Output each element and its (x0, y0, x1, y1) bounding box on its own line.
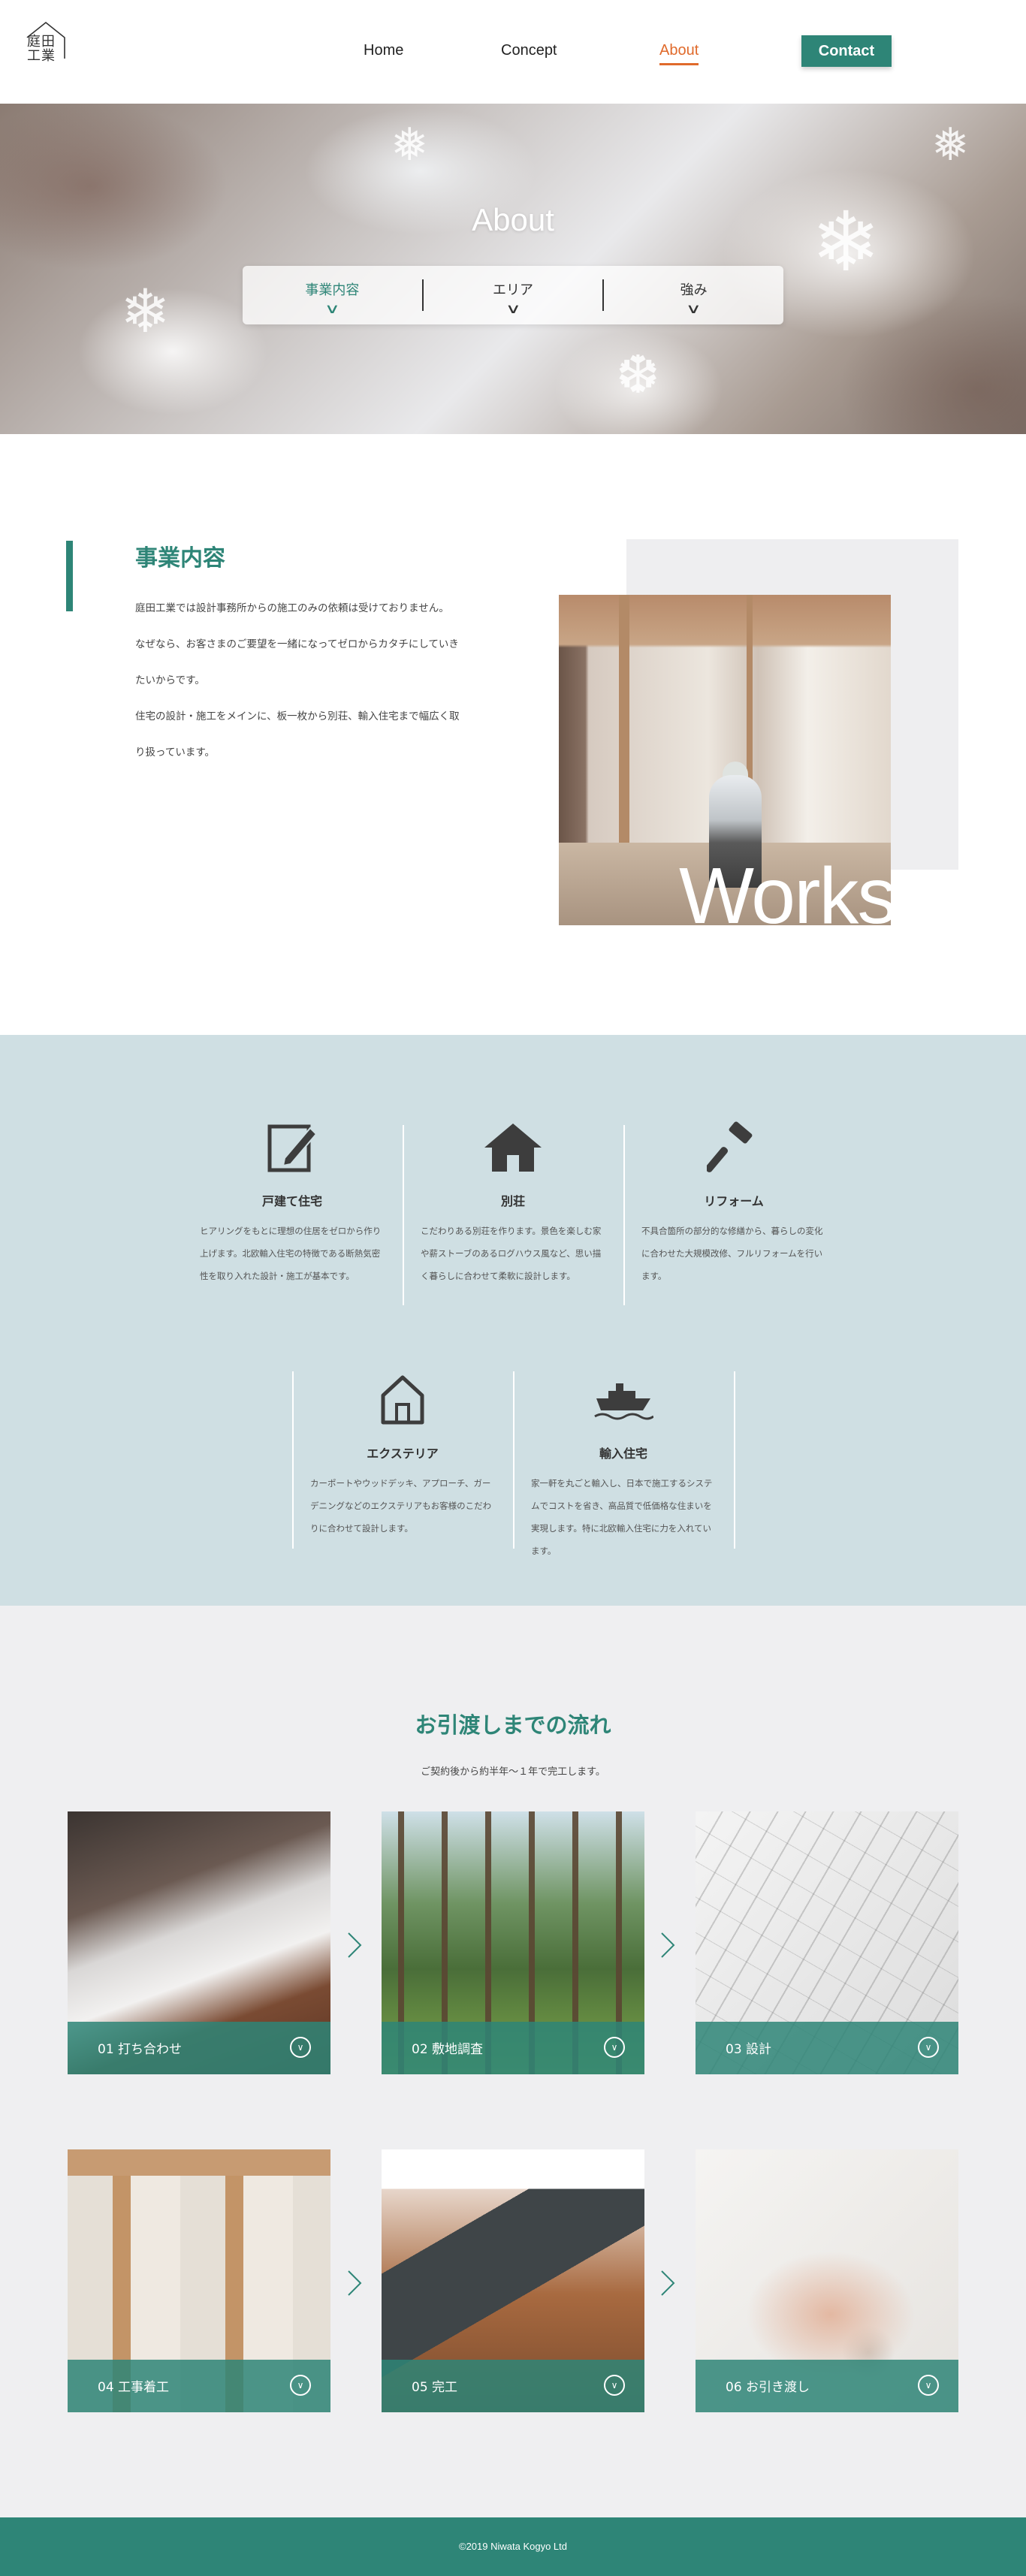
flow-step-card[interactable]: 06 お引き渡し ∨ (696, 2149, 958, 2412)
service-card: 別荘 こだわりある別荘を作ります。景色を楽しむ家や薪ストーブのあるログハウス風な… (403, 1118, 623, 1287)
hero-banner: ❄ ❄ ❅ ❆ ❅ About 事業内容 ∨ エリア ∨ 強み ∨ (0, 104, 1026, 434)
section-title-business: 事業内容 (135, 545, 225, 572)
logo[interactable]: 庭田工業 (23, 20, 69, 66)
page-title: About (472, 202, 554, 237)
service-text: 不具合箇所の部分的な修繕から、暮らしの変化に合わせた大規模改修、フルリフォームを… (641, 1226, 823, 1281)
flow-step-card[interactable]: 02 敷地調査 ∨ (382, 1811, 644, 2074)
card-caption-bar: 05 完工 ∨ (382, 2360, 644, 2412)
step-label: 04 工事着工 (98, 2380, 170, 2395)
card-caption-bar: 02 敷地調査 ∨ (382, 2022, 644, 2074)
section-title-flow: お引渡しまでの流れ (415, 1712, 611, 1738)
service-title: 戸建て住宅 (261, 1194, 322, 1208)
step-label: 05 完工 (412, 2380, 458, 2395)
service-title: 輸入住宅 (599, 1446, 647, 1461)
frost-decoration-icon: ❆ (616, 344, 660, 406)
card-caption-bar: 01 打ち合わせ ∨ (68, 2022, 330, 2074)
flow-step-card[interactable]: 03 設計 ∨ (696, 1811, 958, 2074)
flow-step-card[interactable]: 04 工事着工 ∨ (68, 2149, 330, 2412)
frost-decoration-icon: ❄ (120, 276, 171, 346)
chevron-down-icon[interactable]: ∨ (918, 2037, 939, 2058)
nav-home[interactable]: Home (364, 42, 403, 59)
flow-step-card[interactable]: 01 打ち合わせ ∨ (68, 1811, 330, 2074)
ship-icon (513, 1370, 734, 1430)
hammer-icon (623, 1118, 844, 1178)
chevron-down-icon[interactable]: ∨ (918, 2375, 939, 2396)
nav-about[interactable]: About (659, 42, 699, 65)
service-text: ヒアリングをもとに理想の住居をゼロから作り上げます。北欧輸入住宅の特徴である断熱… (200, 1226, 382, 1281)
flow-subtitle: ご契約後から約半年〜１年で完工します。 (421, 1766, 605, 1778)
subnav-area[interactable]: エリア ∨ (424, 266, 603, 324)
subnav-label: 強み (680, 282, 708, 298)
business-paragraph: 庭田工業では設計事務所からの施工のみの依頼は受けておりません。 (135, 602, 449, 614)
service-title: エクステリア (367, 1446, 439, 1461)
house-icon (403, 1118, 623, 1178)
card-caption-bar: 03 設計 ∨ (696, 2022, 958, 2074)
subnav-strengths[interactable]: 強み ∨ (604, 266, 783, 324)
chevron-down-icon[interactable]: ∨ (604, 2037, 625, 2058)
chevron-right-icon (348, 1932, 362, 1958)
about-subnav: 事業内容 ∨ エリア ∨ 強み ∨ (243, 266, 783, 324)
step-label: 06 お引き渡し (726, 2380, 810, 2395)
nav-concept[interactable]: Concept (501, 42, 557, 59)
service-card: リフォーム 不具合箇所の部分的な修繕から、暮らしの変化に合わせた大規模改修、フル… (623, 1118, 844, 1287)
service-text: 家一軒を丸ごと輸入し、日本で施工するシステムでコストを省き、高品質で低価格な住ま… (531, 1478, 713, 1556)
service-text: こだわりある別荘を作ります。景色を楽しむ家や薪ストーブのあるログハウス風など、思… (421, 1226, 602, 1281)
chevron-down-icon[interactable]: ∨ (290, 2037, 311, 2058)
chevron-down-icon: ∨ (686, 301, 702, 317)
chevron-down-icon[interactable]: ∨ (290, 2375, 311, 2396)
chevron-down-icon[interactable]: ∨ (604, 2375, 625, 2396)
business-paragraph: 住宅の設計・施工をメインに、板一枚から別荘、輸入住宅まで幅広く取り扱っています。 (135, 710, 460, 759)
business-paragraph: なぜなら、お客さまのご要望を一緒になってゼロからカタチにしていきたいからです。 (135, 638, 459, 686)
frost-decoration-icon: ❅ (931, 119, 970, 171)
house-outline-icon (292, 1370, 513, 1430)
business-description: 庭田工業では設計事務所からの施工のみの依頼は受けておりません。 なぜなら、お客さ… (135, 590, 466, 771)
site-footer: ©2019 Niwata Kogyo Ltd (0, 2517, 1026, 2576)
card-caption-bar: 04 工事着工 ∨ (68, 2360, 330, 2412)
site-header: 庭田工業 Home Concept About Contact (0, 0, 1026, 104)
works-caption: Works (679, 852, 897, 940)
edit-icon (182, 1118, 403, 1178)
card-caption-bar: 06 お引き渡し ∨ (696, 2360, 958, 2412)
chevron-right-icon (661, 2270, 675, 2296)
step-label: 01 打ち合わせ (98, 2042, 183, 2057)
chevron-right-icon (348, 2270, 362, 2296)
chevron-right-icon (661, 1932, 675, 1958)
service-title: 別荘 (500, 1194, 525, 1208)
logo-text: 庭田工業 (27, 34, 56, 64)
service-text: カーポートやウッドデッキ、アプローチ、ガーデニングなどのエクステリアもお客様のこ… (310, 1478, 492, 1534)
service-card: エクステリア カーポートやウッドデッキ、アプローチ、ガーデニングなどのエクステリ… (292, 1370, 513, 1540)
service-card: 輸入住宅 家一軒を丸ごと輸入し、日本で施工するシステムでコストを省き、高品質で低… (513, 1370, 734, 1562)
subnav-label: 事業内容 (305, 282, 360, 298)
services-section: 戸建て住宅 ヒアリングをもとに理想の住居をゼロから作り上げます。北欧輸入住宅の特… (0, 1035, 1026, 1606)
subnav-label: エリア (493, 282, 533, 298)
subnav-business[interactable]: 事業内容 ∨ (243, 266, 422, 324)
section-accent-bar (66, 541, 73, 611)
step-label: 02 敷地調査 (412, 2042, 484, 2057)
copyright: ©2019 Niwata Kogyo Ltd (458, 2541, 567, 2552)
service-card: 戸建て住宅 ヒアリングをもとに理想の住居をゼロから作り上げます。北欧輸入住宅の特… (182, 1118, 403, 1287)
contact-button[interactable]: Contact (801, 35, 892, 67)
flow-section: お引渡しまでの流れ ご契約後から約半年〜１年で完工します。 01 打ち合わせ ∨… (0, 1606, 1026, 2517)
service-title: リフォーム (704, 1194, 764, 1208)
flow-step-card[interactable]: 05 完工 ∨ (382, 2149, 644, 2412)
step-label: 03 設計 (726, 2042, 772, 2057)
divider (734, 1371, 735, 1549)
frost-decoration-icon: ❅ (391, 119, 429, 171)
